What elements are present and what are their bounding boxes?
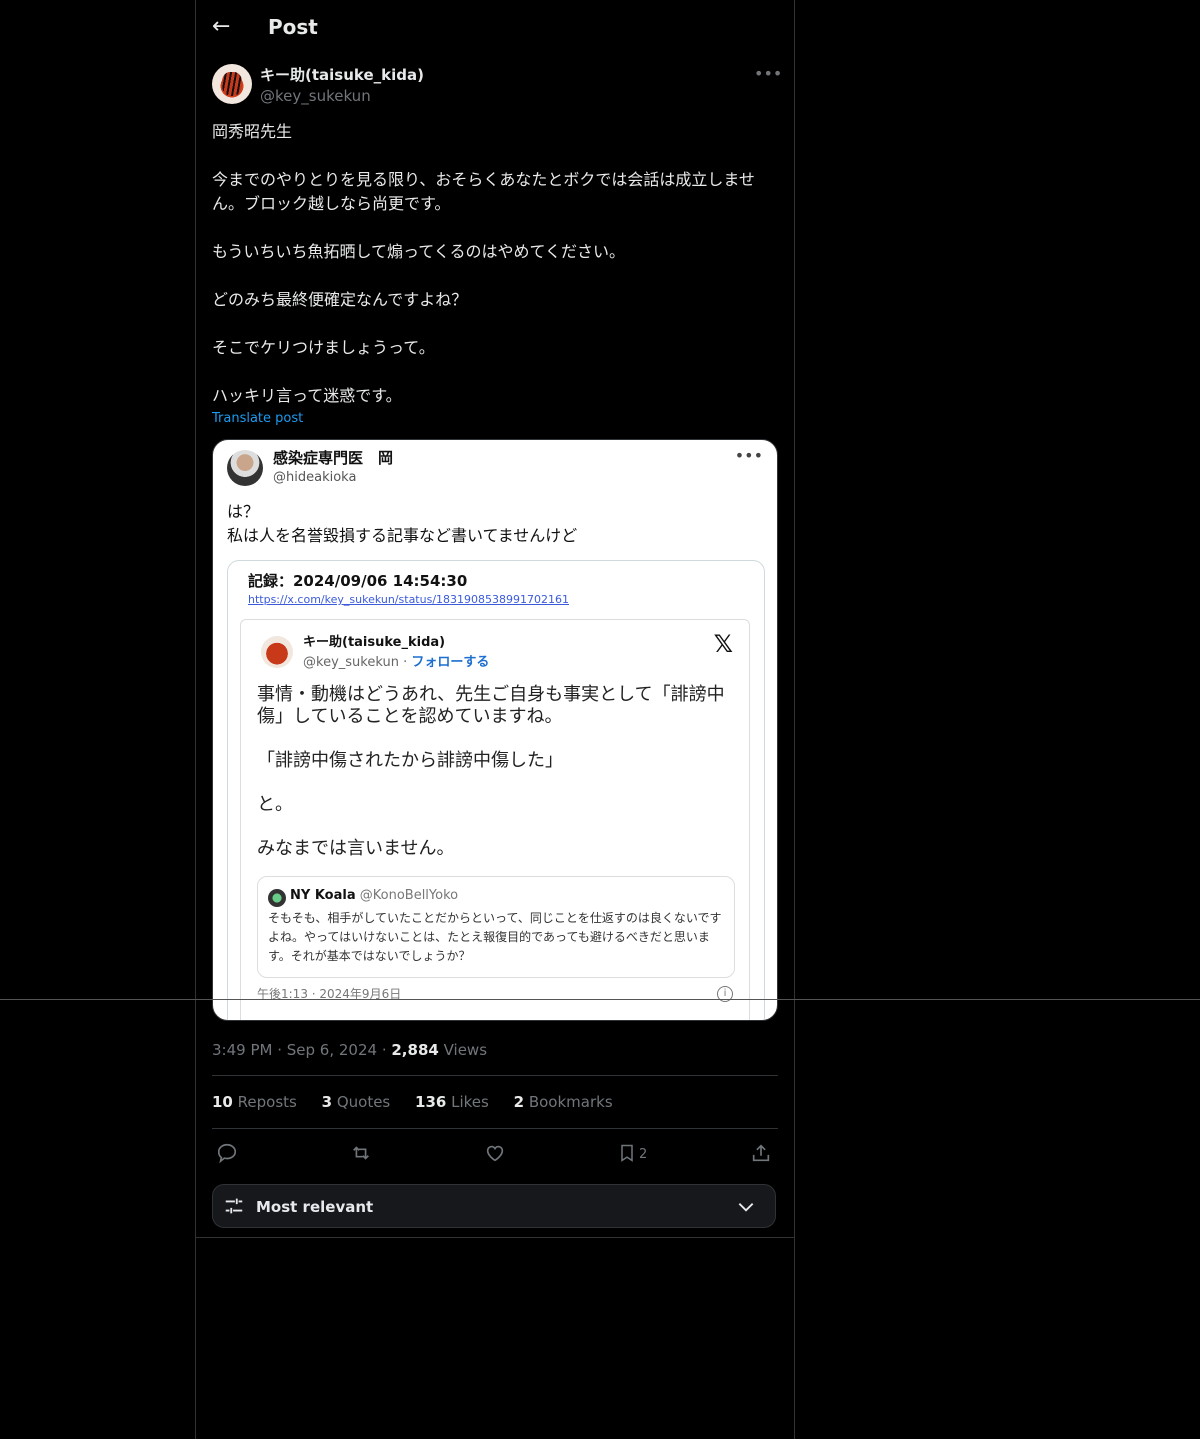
views-label: Views xyxy=(438,1041,488,1059)
reply-icon[interactable] xyxy=(216,1138,238,1168)
media-text-line: 私は人を名誉毀損する記事など書いてませんけど xyxy=(227,526,578,545)
repost-icon[interactable] xyxy=(349,1138,373,1168)
post-paragraph: 岡秀昭先生 xyxy=(212,122,293,141)
post-stats: 10 Reposts 3 Quotes 136 Likes 2 Bookmark… xyxy=(212,1092,633,1112)
meta-separator: · xyxy=(272,1041,287,1059)
x-logo-icon: 𝕏 xyxy=(713,630,733,658)
page-header: ← Post xyxy=(196,0,794,54)
post-author: キー助(taisuke_kida) @key_sukekun ••• xyxy=(212,64,782,108)
translate-post-link[interactable]: Translate post xyxy=(212,410,303,428)
post-date[interactable]: Sep 6, 2024 xyxy=(287,1041,377,1059)
archived-paragraph: 「誹謗中傷されたから誹謗中傷した」 xyxy=(257,750,563,771)
archived-author-name: キー助(taisuke_kida) xyxy=(303,635,446,650)
archive-card: 記録：2024/09/06 14:54:30 https://x.com/key… xyxy=(227,560,765,1020)
post-paragraph: もういちいち魚拓晒して煽ってくるのはやめてください。 xyxy=(212,242,625,261)
page-title: Post xyxy=(268,15,318,39)
divider xyxy=(212,1075,778,1076)
archive-record: 記録：2024/09/06 14:54:30 xyxy=(248,572,468,590)
screenshot-seam xyxy=(0,999,1200,1000)
archived-paragraph: 事情・動機はどうあれ、先生ご自身も事実として「誹謗中傷」していることを認めていま… xyxy=(257,684,725,727)
post-time[interactable]: 3:49 PM xyxy=(212,1041,272,1059)
divider xyxy=(212,1128,778,1129)
post-meta: 3:49 PM · Sep 6, 2024 · 2,884 Views xyxy=(212,1040,487,1060)
quotes-stat[interactable]: 3 Quotes xyxy=(322,1093,391,1111)
likes-stat[interactable]: 136 Likes xyxy=(415,1093,489,1111)
meta-separator: · xyxy=(377,1041,392,1059)
quoted-author: NY Koala @KonoBellYoko xyxy=(290,888,459,903)
follow-label: フォローする xyxy=(411,655,490,670)
sort-replies-dropdown[interactable]: Most relevant xyxy=(212,1184,776,1228)
post-paragraph: そこでケリつけましょうって。 xyxy=(212,338,435,357)
chevron-down-icon xyxy=(738,1203,754,1212)
bookmark-count: 2 xyxy=(639,1147,648,1162)
archived-avatar xyxy=(261,636,293,668)
post-paragraph: どのみち最終便確定なんですよね？ xyxy=(212,290,468,309)
avatar[interactable] xyxy=(212,64,252,104)
bookmark-icon[interactable]: 2 xyxy=(617,1138,647,1168)
more-icon[interactable]: ••• xyxy=(754,64,782,84)
archived-author-handle: @key_sukekun · フォローする xyxy=(303,655,490,670)
share-icon[interactable] xyxy=(750,1138,772,1168)
action-bar: 2 xyxy=(212,1138,778,1168)
quoted-avatar xyxy=(268,889,286,907)
author-name[interactable]: キー助(taisuke_kida) xyxy=(260,65,424,85)
divider xyxy=(196,1237,794,1238)
media-more-icon: ••• xyxy=(734,446,763,465)
media-author-handle: @hideakioka xyxy=(273,470,357,485)
arrow-left-icon[interactable]: ← xyxy=(212,13,234,41)
views-count: 2,884 xyxy=(391,1041,439,1059)
reposts-stat[interactable]: 10 Reposts xyxy=(212,1093,297,1111)
bookmarks-stat[interactable]: 2 Bookmarks xyxy=(514,1093,613,1111)
archived-paragraph: みなまでは言いません。 xyxy=(257,838,455,859)
archived-post-text: 事情・動機はどうあれ、先生ご自身も事実として「誹謗中傷」していることを認めていま… xyxy=(257,684,733,882)
post-text: 岡秀昭先生 今までのやりとりを見る限り、おそらくあなたとボクでは会話は成立しませ… xyxy=(212,120,778,408)
media-author-name: 感染症専門医 岡 xyxy=(273,449,394,467)
like-icon[interactable] xyxy=(484,1138,506,1168)
quoted-post: NY Koala @KonoBellYoko そもそも、相手がしていたことだから… xyxy=(257,876,735,978)
media-text-line: は？ xyxy=(227,502,260,521)
post-paragraph: 今までのやりとりを見る限り、おそらくあなたとボクでは会話は成立しません。ブロック… xyxy=(212,170,755,213)
sort-label: Most relevant xyxy=(256,1198,374,1216)
archived-paragraph: と。 xyxy=(257,794,293,815)
media-avatar xyxy=(227,450,263,486)
post-paragraph: ハッキリ言って迷惑です。 xyxy=(212,386,402,405)
post-media-image[interactable]: 感染症専門医 岡 @hideakioka ••• は？ 私は人を名誉毀損する記事… xyxy=(212,439,778,1021)
quoted-text: そもそも、相手がしていたことだからといって、同じことを仕返すのは良くないですよね… xyxy=(268,911,722,963)
author-handle[interactable]: @key_sukekun xyxy=(260,86,371,106)
archived-post: キー助(taisuke_kida) @key_sukekun · フォローする … xyxy=(240,619,750,1020)
media-post-text: は？ 私は人を名誉毀損する記事など書いてませんけど xyxy=(227,500,577,548)
archive-link: https://x.com/key_sukekun/status/1831908… xyxy=(248,593,569,606)
sliders-icon xyxy=(225,1198,243,1214)
primary-column: ← Post キー助(taisuke_kida) @key_sukekun ••… xyxy=(195,0,795,1439)
